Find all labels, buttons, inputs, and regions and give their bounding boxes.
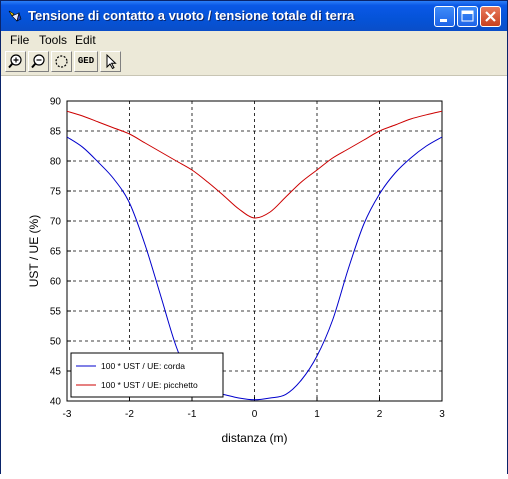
- close-button[interactable]: [480, 6, 501, 27]
- zoom-in-button[interactable]: [5, 51, 26, 72]
- y-axis-label: UST / UE (%): [27, 215, 41, 287]
- minimize-button[interactable]: [434, 6, 455, 27]
- menu-bar: File Tools Edit: [1, 31, 507, 49]
- menu-file[interactable]: File: [10, 33, 29, 47]
- menu-tools[interactable]: Tools: [39, 33, 67, 47]
- window-title: Tensione di contatto a vuoto / tensione …: [28, 8, 355, 23]
- app-window: Tensione di contatto a vuoto / tensione …: [0, 0, 508, 474]
- legend-label-1: 100 * UST / UE: picchetto: [101, 380, 198, 390]
- zoom-in-icon: [8, 54, 22, 69]
- maximize-button[interactable]: [457, 6, 478, 27]
- y-tick-label: 60: [50, 277, 62, 288]
- minimize-icon: [440, 19, 447, 22]
- x-axis-label: distanza (m): [221, 431, 287, 445]
- x-tick-label: -1: [188, 409, 197, 420]
- plot-area: -3 -2 -1 0 1 2 3 40 45 50 55 60 65 70 75 80 85 90 distanz…: [1, 76, 507, 474]
- y-tick-label: 55: [50, 307, 62, 318]
- scilab-app-icon: [8, 10, 22, 22]
- y-tick-label: 90: [50, 97, 62, 108]
- zoom-out-icon: [31, 54, 45, 69]
- rotate-button[interactable]: [51, 51, 72, 72]
- y-tick-label: 50: [50, 337, 62, 348]
- legend-label-0: 100 * UST / UE: corda: [101, 361, 185, 371]
- y-tick-label: 45: [50, 367, 62, 378]
- legend-box: [70, 352, 224, 398]
- close-icon: [485, 11, 496, 22]
- x-tick-label: -3: [63, 409, 72, 420]
- menu-edit[interactable]: Edit: [75, 33, 96, 47]
- line-chart: -3 -2 -1 0 1 2 3 40 45 50 55 60 65 70 75 80 85 90 distanz…: [27, 97, 445, 446]
- x-tick-label: 1: [314, 409, 320, 420]
- chart-legend: 100 * UST / UE: corda 100 * UST / UE: pic…: [70, 352, 224, 398]
- x-tick-label: 0: [252, 409, 258, 420]
- zoom-out-button[interactable]: [28, 51, 49, 72]
- x-tick-label: 2: [377, 409, 383, 420]
- select-button[interactable]: [100, 51, 121, 72]
- arrow-pointer-icon: [106, 53, 117, 70]
- ged-button[interactable]: GED: [74, 51, 98, 72]
- y-tick-label: 75: [50, 187, 62, 198]
- y-tick-label: 80: [50, 157, 62, 168]
- y-tick-label: 70: [50, 217, 62, 228]
- rotate-icon: [55, 55, 68, 68]
- title-bar[interactable]: Tensione di contatto a vuoto / tensione …: [1, 1, 507, 31]
- toolbar: GED: [1, 49, 507, 76]
- y-tick-label: 40: [50, 397, 62, 408]
- y-tick-label: 65: [50, 247, 62, 258]
- x-tick-label: 3: [439, 409, 445, 420]
- maximize-icon: [461, 10, 474, 22]
- y-tick-label: 85: [50, 127, 62, 138]
- x-tick-label: -2: [125, 409, 134, 420]
